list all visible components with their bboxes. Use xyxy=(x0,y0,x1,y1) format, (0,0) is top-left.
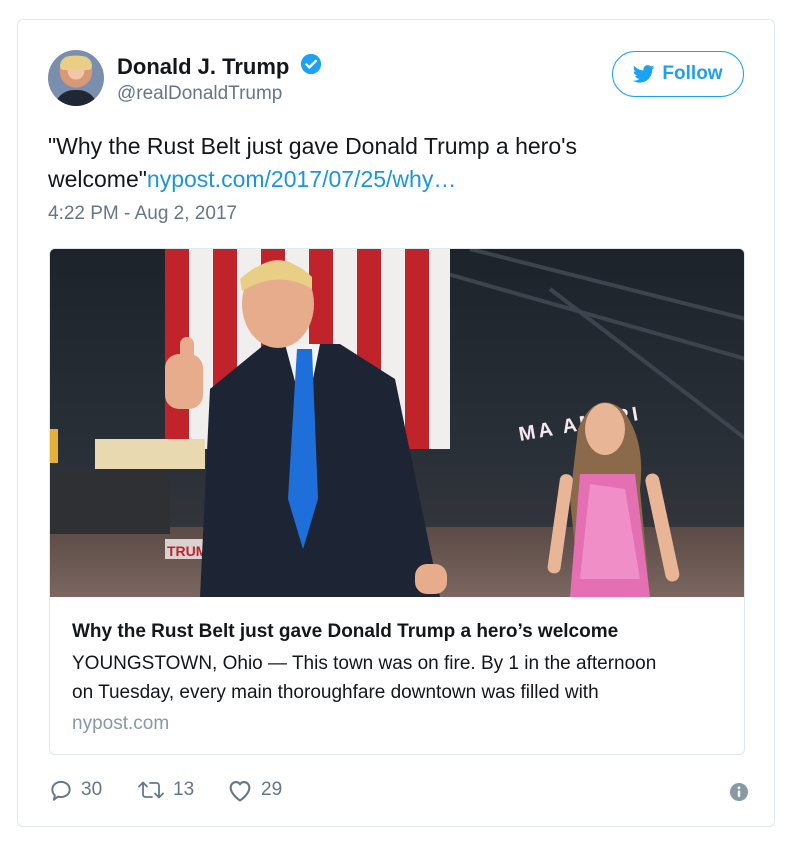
like-count: 29 xyxy=(261,779,283,800)
follow-button[interactable]: Follow xyxy=(612,51,744,97)
card-body[interactable]: Why the Rust Belt just gave Donald Trump… xyxy=(50,597,744,735)
reply-button[interactable]: 30 xyxy=(48,777,102,803)
link-card[interactable]: MA AMERI TRUMP Why the Rust Belt just ga… xyxy=(49,248,745,755)
card-description: YOUNGSTOWN, Ohio — This town was on fire… xyxy=(72,649,722,707)
retweet-icon xyxy=(138,781,164,799)
card-photo: MA AMERI TRUMP xyxy=(50,249,744,597)
reply-icon xyxy=(51,780,71,801)
twitter-bird-icon xyxy=(633,65,655,83)
user-info[interactable]: Donald J. Trump @realDonaldTrump xyxy=(117,53,322,106)
avatar-suit xyxy=(54,90,98,106)
heart-icon xyxy=(229,781,251,802)
display-name[interactable]: Donald J. Trump xyxy=(117,53,289,81)
reply-count: 30 xyxy=(81,779,103,800)
retweet-button[interactable]: 13 xyxy=(136,777,194,803)
card-domain[interactable]: nypost.com xyxy=(72,713,722,735)
tweet-container: Donald J. Trump @realDonaldTrump Follow … xyxy=(17,19,775,827)
like-button[interactable]: 29 xyxy=(226,777,282,803)
avatar[interactable] xyxy=(48,50,104,106)
retweet-count: 13 xyxy=(173,779,195,800)
tweet-actions: 30 13 29 xyxy=(48,777,748,807)
avatar-hair xyxy=(60,56,92,70)
card-title[interactable]: Why the Rust Belt just gave Donald Trump… xyxy=(72,619,722,645)
card-description-line: on Tuesday, every main thoroughfare down… xyxy=(72,682,599,703)
user-handle[interactable]: @realDonaldTrump xyxy=(117,82,322,106)
info-icon[interactable] xyxy=(730,783,748,801)
follow-label: Follow xyxy=(662,63,723,84)
verified-badge-icon xyxy=(300,53,321,75)
timestamp[interactable]: 4:22 PM - Aug 2, 2017 xyxy=(48,203,237,225)
card-image[interactable]: MA AMERI TRUMP xyxy=(50,249,744,597)
card-description-line: YOUNGSTOWN, Ohio — This town was on fire… xyxy=(72,653,657,674)
tweet-link[interactable]: nypost.com/2017/07/25/why… xyxy=(147,166,456,192)
tweet-text: "Why the Rust Belt just gave Donald Trum… xyxy=(48,130,738,196)
